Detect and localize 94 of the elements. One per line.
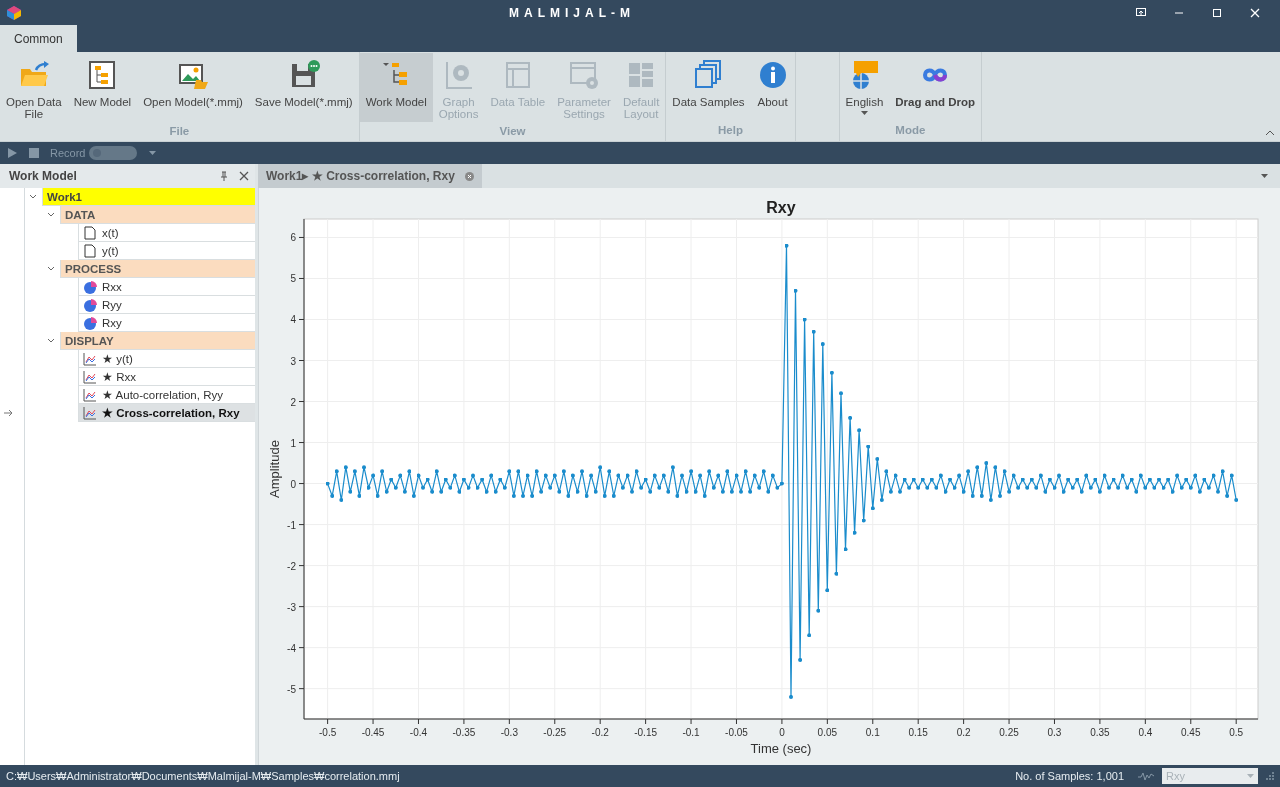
expander-icon[interactable] [47,266,55,272]
axis-title: Time (sec) [750,741,812,756]
file-path: C:₩Users₩Administrator₩Documents₩Malmijal-M₩Samples₩correlation.mmj [6,770,401,782]
ribbon-tab[interactable]: Common [0,25,77,52]
axis-title: Amplitude [267,440,282,498]
ribbon-button[interactable]: English [839,53,890,121]
tick-label: -1 [287,519,296,531]
maximize-icon[interactable] [1211,6,1223,19]
tick-label: -0.15 [634,727,657,738]
expander-icon[interactable] [47,338,55,344]
line-chart-icon [83,405,97,420]
tree-item[interactable]: ★ Rxx [78,368,255,386]
tick-label: 0.5 [1229,727,1244,738]
collapse-icon[interactable] [1266,129,1274,135]
tick-label: -5 [287,683,296,695]
tick-label: 2 [290,396,296,408]
panel-title: Work Model [9,169,78,183]
pie-chart-icon [83,279,97,294]
tick-label: -0.35 [452,727,476,738]
ribbon-button[interactable]: New Model [67,53,138,122]
document-icon [83,225,97,240]
sample-count: No. of Samples: 1,001 [1015,770,1124,782]
record-toggle[interactable] [89,146,138,160]
close-icon[interactable] [239,171,249,181]
pin-icon[interactable] [219,171,229,181]
tick-label: -0.3 [500,727,518,738]
ribbon-button[interactable]: Work Model [359,53,433,122]
tick-label: -3 [287,601,296,613]
tick-label: 0.2 [956,727,971,738]
record-label: Record [50,147,86,159]
tick-label: -0.05 [725,727,748,738]
restore-icon[interactable] [1135,6,1147,19]
tick-label: 0.1 [865,727,880,738]
tree-item[interactable]: Ryy [78,296,255,314]
waveform-icon [1138,771,1154,781]
group-label: Mode [894,123,927,138]
line-chart-icon [83,387,97,402]
tick-label: -0.1 [682,727,700,738]
caret-icon[interactable] [1261,174,1268,179]
row-indicator-icon [4,409,14,417]
tick-label: 4 [290,314,296,326]
tick-label: -0.25 [543,727,567,738]
tree-item[interactable]: DISPLAY [60,332,255,350]
window-title: MALMIJAL-M [508,5,636,20]
tick-label: -0.45 [361,727,385,738]
tick-label: -2 [287,560,296,572]
tick-label: -0.2 [591,727,609,738]
tick-label: 1 [290,437,296,449]
document-icon [83,243,97,258]
tick-label: 0 [779,727,785,738]
tree-item[interactable]: DATA [60,206,255,224]
tick-label: 0.45 [1181,727,1201,738]
ribbon-button[interactable]: Data Samples [666,53,751,121]
tree-item[interactable]: ★ Cross-correlation, Rxy [78,404,255,422]
line-chart-icon [83,369,97,384]
tick-label: 5 [290,273,296,285]
group-label: View [498,124,527,139]
ribbon-button[interactable]: Save Model(*.mmj) [248,53,359,122]
tick-label: 0.4 [1138,727,1153,738]
tree-item[interactable]: Work1 [42,188,255,206]
tick-label: 0.05 [817,727,838,738]
pie-chart-icon [83,315,97,330]
ribbon-button[interactable]: About [750,53,795,121]
pie-chart-icon [83,297,97,312]
expander-icon[interactable] [47,212,55,218]
app-logo-icon [6,4,22,21]
tree-item[interactable]: ★ y(t) [78,350,255,368]
tree-item[interactable]: PROCESS [60,260,255,278]
tick-label: -0.4 [409,727,428,738]
tick-label: 0.25 [999,727,1019,738]
tick-label: 3 [290,355,296,367]
tree-item[interactable]: x(t) [78,224,255,242]
tick-label: 0.3 [1047,727,1062,738]
ribbon-button[interactable]: Drag and Drop [889,53,982,121]
group-label: Help [717,123,744,138]
tick-label: 0.15 [908,727,928,738]
caret-icon [860,111,868,116]
line-chart-icon [83,351,97,366]
tick-label: 6 [290,232,296,244]
group-label: File [168,124,191,139]
tick-label: 0 [290,478,296,490]
tick-label: 0.35 [1090,727,1110,738]
document-tab[interactable]: Work1▸ ★ Cross-correlation, Rxy [258,164,482,188]
ribbon-button[interactable]: Open Model(*.mmj) [137,53,249,122]
ribbon-button[interactable]: Open Data File [0,53,68,122]
play-icon[interactable] [6,147,18,159]
chart-title: Rxy [766,199,796,216]
resize-grip-icon [1266,772,1274,780]
caret-icon [1247,773,1254,779]
tick-label: -4 [287,642,296,654]
stop-icon[interactable] [28,147,40,159]
tick-label: -0.5 [319,727,337,738]
tree-item[interactable]: Rxx [78,278,255,296]
expander-icon[interactable] [29,194,37,200]
